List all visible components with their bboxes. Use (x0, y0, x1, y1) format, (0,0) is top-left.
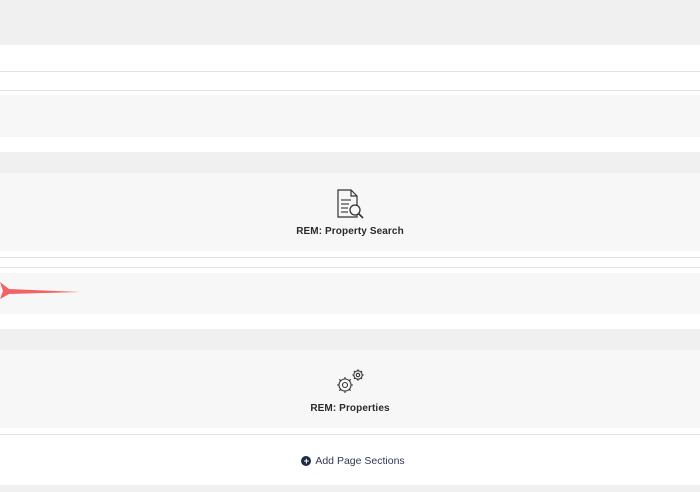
section-row (0, 45, 700, 71)
divider (0, 90, 700, 91)
divider (0, 267, 700, 268)
red-arrow-pointer (0, 282, 80, 299)
module-label: REM: Property Search (296, 226, 404, 237)
plus-circle-icon: + (301, 455, 312, 466)
top-header-band (0, 0, 700, 45)
section-row[interactable] (0, 273, 700, 314)
document-search-icon (337, 189, 364, 219)
section-separator (0, 329, 700, 350)
divider (0, 257, 700, 258)
section-separator (0, 152, 700, 173)
section-row[interactable] (0, 95, 700, 137)
section-row (0, 72, 700, 90)
bottom-band (0, 485, 700, 492)
add-page-sections-label: Add Page Sections (315, 454, 405, 467)
module-properties[interactable]: REM: Properties (0, 350, 700, 428)
module-property-search[interactable]: REM: Property Search (0, 173, 700, 251)
add-page-sections-bar: + Add Page Sections (0, 434, 700, 486)
gears-icon (337, 369, 364, 393)
module-label: REM: Properties (310, 403, 390, 414)
add-page-sections-link[interactable]: + Add Page Sections (301, 454, 405, 467)
